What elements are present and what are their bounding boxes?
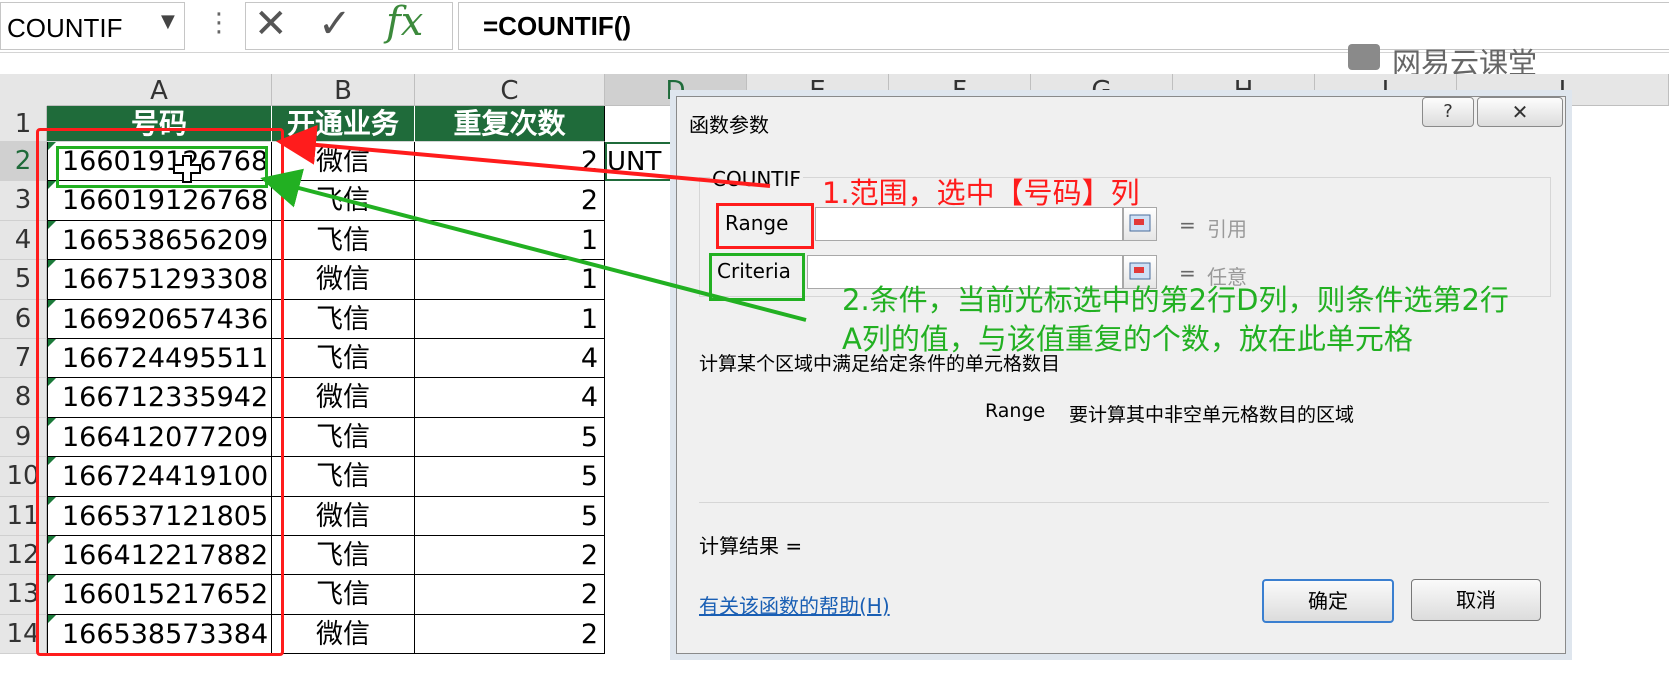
annotation-step1: 1.范围，选中【号码】列 (822, 176, 1140, 210)
annotation-arrow-criteria (260, 168, 807, 322)
annotation-step2-line1: 2.条件，当前光标选中的第2行D列，则条件选第2行 (842, 283, 1509, 317)
cursor-icon (173, 155, 201, 183)
annotation-arrows (260, 124, 807, 322)
annotation-step2-line2: A列的值，与该值重复的个数，放在此单元格 (842, 322, 1413, 356)
annotation-arrow-range (276, 124, 771, 188)
